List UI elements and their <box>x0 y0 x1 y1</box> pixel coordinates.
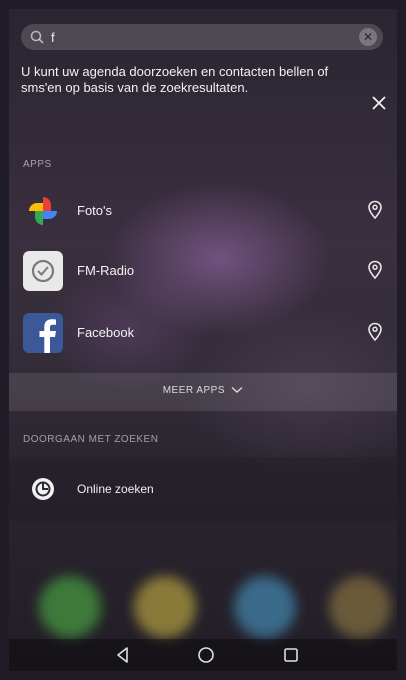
online-search-label: Online zoeken <box>77 482 154 496</box>
more-apps-row: MEER APPS <box>9 385 397 396</box>
apps-section-label: APPS <box>23 159 52 170</box>
dock-app-blurred <box>39 576 101 638</box>
search-bar[interactable]: ✕ <box>21 24 383 50</box>
fm-radio-icon <box>23 251 63 291</box>
app-label: FM-Radio <box>77 263 135 278</box>
back-icon[interactable] <box>113 645 133 665</box>
close-circle-icon[interactable]: ✕ <box>359 28 377 46</box>
online-search-row[interactable]: Online zoeken <box>9 457 397 521</box>
recents-icon[interactable] <box>281 645 301 665</box>
location-pin-icon[interactable] <box>367 322 383 342</box>
app-label: Foto's <box>77 203 112 218</box>
more-apps-button[interactable]: MEER APPS <box>9 373 397 411</box>
home-icon[interactable] <box>196 645 216 665</box>
home-dock-blurred <box>9 564 397 649</box>
search-icon <box>30 30 44 44</box>
location-pin-icon[interactable] <box>367 200 383 220</box>
app-row-photos[interactable]: Foto's <box>9 183 397 239</box>
close-icon[interactable] <box>369 93 389 113</box>
navigation-bar <box>9 639 397 671</box>
more-apps-label: MEER APPS <box>162 385 226 396</box>
search-input[interactable] <box>51 27 331 47</box>
app-row-facebook[interactable]: Facebook <box>9 305 397 361</box>
facebook-icon <box>23 313 63 353</box>
app-row-fm-radio[interactable]: FM-Radio <box>9 243 397 299</box>
continue-section-label: DOORGAAN MET ZOEKEN <box>23 434 159 445</box>
location-pin-icon[interactable] <box>367 260 383 280</box>
dock-app-blurred <box>134 576 196 638</box>
search-hint: U kunt uw agenda doorzoeken en contacten… <box>21 64 329 95</box>
chevron-down-icon <box>231 387 243 394</box>
screen: ✕ U kunt uw agenda doorzoeken en contact… <box>9 9 397 671</box>
photos-pinwheel-icon <box>29 197 57 225</box>
dock-app-blurred <box>329 576 391 638</box>
app-label: Facebook <box>77 325 135 340</box>
dock-app-blurred <box>234 576 296 638</box>
online-search-icon <box>32 478 54 500</box>
